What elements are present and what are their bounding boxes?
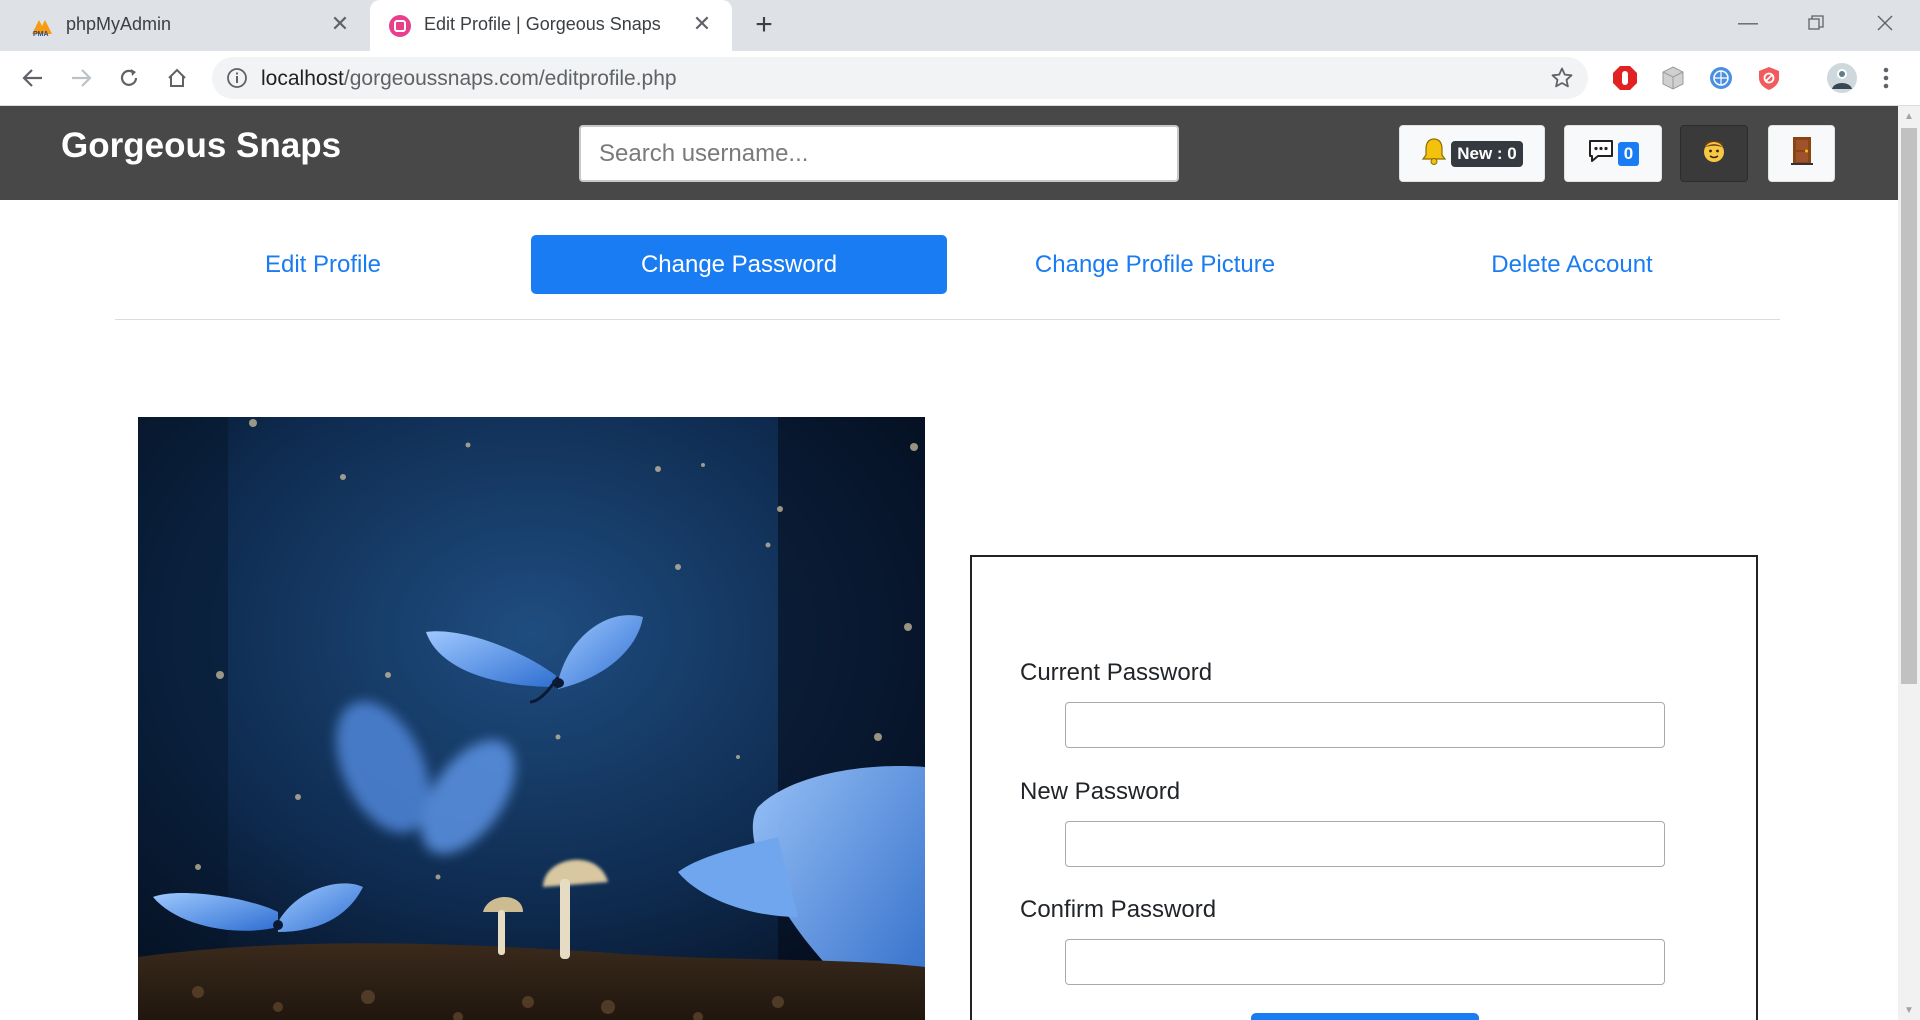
butterflies-photo (138, 417, 925, 1020)
scroll-down-arrow-icon[interactable]: ▼ (1898, 1000, 1920, 1020)
confirm-password-input[interactable] (1065, 939, 1665, 985)
back-arrow-icon[interactable] (16, 61, 50, 95)
logout-button[interactable] (1768, 125, 1835, 182)
profile-avatar-icon[interactable] (1826, 62, 1858, 94)
messages-badge: 0 (1617, 141, 1640, 166)
cube-extension-icon[interactable] (1660, 65, 1686, 91)
bookmark-star-icon[interactable] (1550, 66, 1574, 95)
minimize-icon[interactable]: — (1725, 6, 1771, 40)
page-viewport: Gorgeous Snaps New : 0 0 Edit Profile (0, 106, 1898, 1020)
browser-tab-phpmyadmin[interactable]: PMA phpMyAdmin ✕ (0, 0, 370, 51)
address-bar[interactable]: localhost/gorgeoussnaps.com/editprofile.… (212, 57, 1588, 99)
browser-toolbar: localhost/gorgeoussnaps.com/editprofile.… (0, 51, 1920, 106)
scroll-up-arrow-icon[interactable]: ▲ (1898, 106, 1920, 126)
new-tab-plus-icon[interactable]: + (748, 8, 780, 41)
site-favicon-icon (388, 14, 412, 38)
notifications-button[interactable]: New : 0 (1399, 125, 1545, 182)
url-path: /gorgeoussnaps.com/editprofile.php (343, 67, 677, 90)
more-vert-icon[interactable] (1874, 65, 1898, 91)
notifications-badge: New : 0 (1451, 140, 1523, 167)
browser-tab-title: phpMyAdmin (66, 14, 172, 34)
tab-edit-profile[interactable]: Edit Profile (115, 235, 531, 294)
close-icon[interactable]: ✕ (690, 11, 714, 36)
forward-arrow-icon[interactable] (64, 61, 98, 95)
new-password-label: New Password (1020, 778, 1181, 805)
browser-tab-edit-profile[interactable]: Edit Profile | Gorgeous Snaps ✕ (370, 0, 732, 51)
svg-text:PMA: PMA (33, 31, 49, 38)
messages-button[interactable]: 0 (1564, 125, 1662, 182)
tab-change-profile-picture[interactable]: Change Profile Picture (947, 235, 1363, 294)
submit-button[interactable] (1251, 1013, 1479, 1020)
current-password-label: Current Password (1020, 659, 1213, 686)
bell-icon (1421, 137, 1447, 170)
new-password-input[interactable] (1065, 821, 1665, 867)
tab-delete-account[interactable]: Delete Account (1364, 235, 1780, 294)
phpmyadmin-favicon-icon: PMA (30, 14, 54, 38)
tabs-divider (115, 319, 1780, 320)
chat-icon (1587, 138, 1615, 169)
door-icon (1790, 136, 1814, 171)
site-navbar: Gorgeous Snaps New : 0 0 (0, 106, 1898, 200)
restore-icon[interactable] (1793, 6, 1839, 40)
url-text[interactable]: localhost/gorgeoussnaps.com/editprofile.… (261, 67, 677, 91)
reload-icon[interactable] (112, 61, 146, 95)
profile-button[interactable] (1680, 125, 1748, 182)
globe-extension-icon[interactable] (1708, 65, 1734, 91)
confirm-password-label: Confirm Password (1020, 896, 1217, 923)
window-close-icon[interactable] (1862, 6, 1908, 40)
home-icon[interactable] (160, 61, 194, 95)
browser-tabstrip: PMA phpMyAdmin ✕ Edit Profile | Gorgeous… (0, 0, 1920, 51)
scrollbar-thumb[interactable] (1901, 128, 1917, 684)
site-brand[interactable]: Gorgeous Snaps (61, 126, 341, 166)
url-host: localhost (261, 67, 344, 90)
close-icon[interactable]: ✕ (328, 11, 352, 36)
browser-tab-title: Edit Profile | Gorgeous Snaps (424, 14, 661, 34)
change-password-form: Current Password New Password Confirm Pa… (970, 555, 1758, 1020)
search-username-input[interactable] (579, 125, 1179, 182)
page-scrollbar[interactable]: ▲ ▼ (1898, 106, 1920, 1020)
adblock-extension-icon[interactable] (1612, 65, 1638, 91)
info-icon[interactable] (226, 67, 248, 94)
tab-change-password[interactable]: Change Password (531, 235, 947, 294)
current-password-input[interactable] (1065, 702, 1665, 748)
shield-extension-icon[interactable] (1756, 65, 1782, 91)
face-emoji-icon (1699, 136, 1729, 171)
